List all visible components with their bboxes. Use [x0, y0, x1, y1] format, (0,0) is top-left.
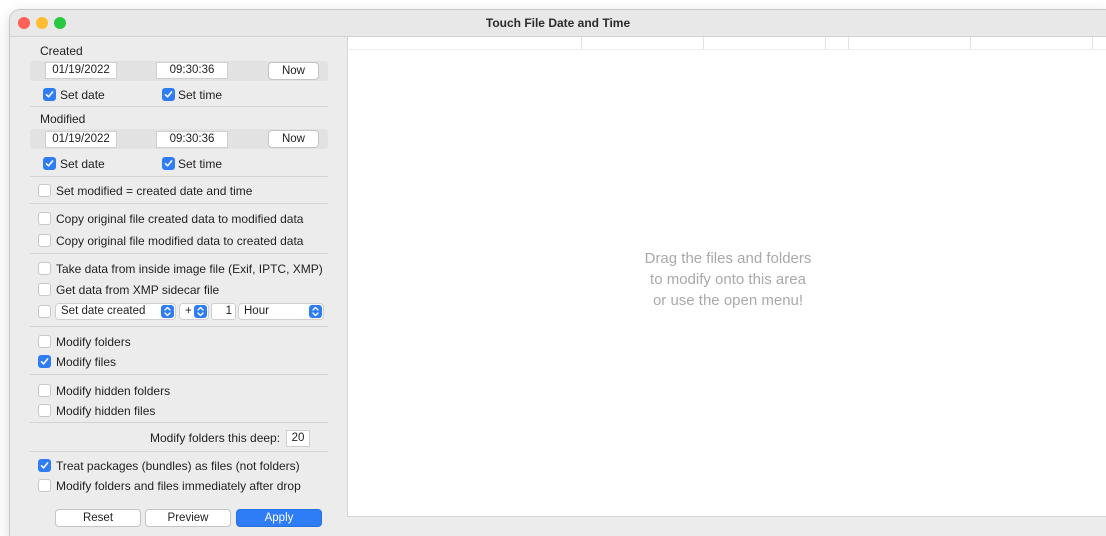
reset-button[interactable]: Reset	[55, 509, 141, 527]
divider	[30, 422, 328, 423]
modify-after-drop-checkbox[interactable]	[38, 479, 51, 492]
checkmark-icon	[164, 91, 173, 98]
modified-set-time-label: Set time	[178, 157, 223, 171]
date-shift-checkbox[interactable]	[38, 305, 51, 318]
xmp-sidecar-checkbox[interactable]	[38, 283, 51, 296]
shift-amount-field[interactable]: 1	[211, 303, 236, 320]
date-field-select[interactable]: Set date created	[55, 303, 176, 320]
drop-instructions-line-3: or use the open menu!	[652, 292, 804, 309]
settings-panel: Created 01/19/2022 09:30:36 Now Set date…	[10, 37, 346, 536]
created-time-field[interactable]: 09:30:36	[156, 62, 228, 79]
drop-instructions-line-2: to modify onto this area	[650, 271, 806, 288]
created-set-time-checkbox[interactable]	[162, 88, 175, 101]
modify-folders-label: Modify folders	[56, 335, 131, 349]
set-modified-equal-label: Set modified = created date and time	[56, 184, 253, 198]
modified-time-field[interactable]: 09:30:36	[156, 131, 228, 148]
modified-section-label: Modified	[40, 112, 86, 126]
checkmark-icon	[40, 462, 49, 469]
created-date-field[interactable]: 01/19/2022	[45, 62, 117, 79]
sign-select[interactable]: +	[179, 303, 209, 320]
unit-select[interactable]: Hour	[238, 303, 324, 320]
divider	[30, 106, 328, 107]
modified-set-date-checkbox[interactable]	[43, 157, 56, 170]
modify-after-drop-label: Modify folders and files immediately aft…	[56, 479, 301, 493]
modify-files-label: Modify files	[56, 355, 117, 369]
modify-hidden-files-label: Modify hidden files	[56, 404, 156, 418]
divider	[30, 326, 328, 327]
divider	[30, 176, 328, 177]
xmp-sidecar-label: Get data from XMP sidecar file	[56, 283, 220, 297]
treat-packages-label: Treat packages (bundles) as files (not f…	[56, 459, 300, 473]
modify-hidden-folders-checkbox[interactable]	[38, 384, 51, 397]
created-section-label: Created	[40, 44, 83, 58]
date-field-select-value: Set date created	[61, 305, 146, 317]
preview-button[interactable]: Preview	[145, 509, 231, 527]
checkmark-icon	[40, 358, 49, 365]
modify-hidden-folders-label: Modify hidden folders	[56, 384, 171, 398]
created-now-button[interactable]: Now	[268, 62, 319, 80]
up-down-chevron-icon	[197, 306, 204, 317]
take-from-image-label: Take data from inside image file (Exif, …	[56, 262, 323, 276]
list-column-header	[348, 37, 1106, 50]
checkmark-icon	[45, 91, 54, 98]
unit-select-value: Hour	[244, 305, 269, 317]
created-set-date-checkbox[interactable]	[43, 88, 56, 101]
modify-folders-checkbox[interactable]	[38, 335, 51, 348]
copy-modified-to-created-label: Copy original file modified data to crea…	[56, 234, 304, 248]
checkmark-icon	[164, 160, 173, 167]
set-modified-equal-checkbox[interactable]	[38, 184, 51, 197]
take-from-image-checkbox[interactable]	[38, 262, 51, 275]
apply-button[interactable]: Apply	[236, 509, 322, 527]
created-set-date-label: Set date	[60, 88, 105, 102]
copy-modified-to-created-checkbox[interactable]	[38, 234, 51, 247]
drop-instructions: Drag the files and folders to modify ont…	[578, 248, 878, 311]
modify-files-checkbox[interactable]	[38, 355, 51, 368]
copy-created-to-modified-checkbox[interactable]	[38, 212, 51, 225]
copy-created-to-modified-label: Copy original file created data to modif…	[56, 212, 304, 226]
file-drop-area[interactable]: Drag the files and folders to modify ont…	[347, 37, 1106, 517]
modified-set-date-label: Set date	[60, 157, 105, 171]
divider	[30, 253, 328, 254]
divider	[30, 374, 328, 375]
drop-instructions-line-1: Drag the files and folders	[644, 250, 812, 267]
checkmark-icon	[45, 160, 54, 167]
modify-hidden-files-checkbox[interactable]	[38, 404, 51, 417]
modified-now-button[interactable]: Now	[268, 130, 319, 148]
divider	[30, 451, 328, 452]
up-down-chevron-icon	[312, 306, 319, 317]
depth-label: Modify folders this deep:	[150, 431, 281, 445]
window-title: Touch File Date and Time	[485, 16, 631, 30]
up-down-chevron-icon	[164, 306, 171, 317]
app-window: Touch File Date and Time Created 01/19/2…	[10, 10, 1106, 536]
depth-field[interactable]: 20	[286, 430, 310, 447]
title-bar: Touch File Date and Time	[10, 10, 1106, 37]
modified-set-time-checkbox[interactable]	[162, 157, 175, 170]
sign-select-value: +	[185, 305, 192, 317]
created-set-time-label: Set time	[178, 88, 223, 102]
divider	[30, 203, 328, 204]
modified-date-field[interactable]: 01/19/2022	[45, 131, 117, 148]
treat-packages-checkbox[interactable]	[38, 459, 51, 472]
